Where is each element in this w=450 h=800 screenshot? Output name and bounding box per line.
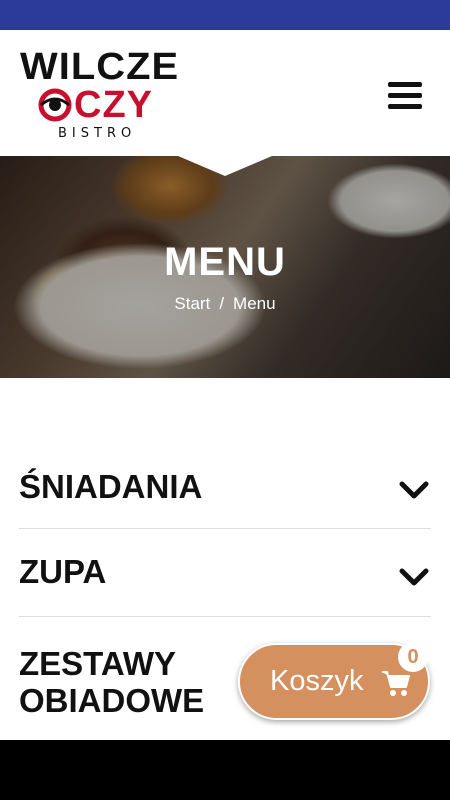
menu-category-sniadania[interactable]: ŚNIADANIA: [19, 458, 431, 529]
chevron-down-icon[interactable]: [399, 567, 429, 587]
site-header: WILCZE CZY BISTRO: [0, 30, 450, 156]
logo-text-middle: CZY: [74, 84, 153, 126]
page-title: MENU: [164, 240, 286, 284]
bottom-bar: [0, 740, 450, 800]
status-bar: [0, 0, 450, 30]
menu-hamburger-icon[interactable]: [388, 82, 422, 110]
menu-category-label: ZESTAWY OBIADOWE: [19, 645, 205, 719]
menu-category-zupa[interactable]: ZUPA: [19, 529, 431, 617]
menu-category-label: ZUPA: [19, 553, 107, 590]
cart-count-badge: 0: [398, 642, 428, 672]
eye-icon: [38, 88, 72, 122]
hero-banner: MENU Start / Menu: [0, 156, 450, 378]
breadcrumb-current: Menu: [233, 294, 276, 313]
cart-icon: [382, 671, 410, 696]
cart-label: Koszyk: [270, 665, 364, 697]
chevron-down-icon[interactable]: [399, 480, 429, 500]
hero-notch: [178, 156, 272, 176]
logo[interactable]: WILCZE CZY BISTRO: [20, 46, 178, 146]
breadcrumb-start-link[interactable]: Start: [174, 294, 210, 313]
logo-text-bottom: BISTRO: [58, 126, 137, 141]
menu-category-label: ŚNIADANIA: [19, 468, 203, 505]
breadcrumb-separator: /: [219, 294, 225, 313]
breadcrumb: Start / Menu: [0, 294, 450, 314]
logo-text-top: WILCZE: [20, 46, 180, 88]
